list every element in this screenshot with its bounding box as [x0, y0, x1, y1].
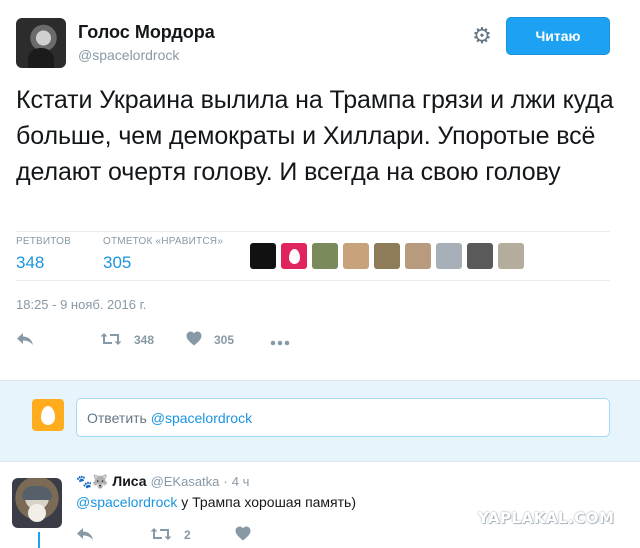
reply-placeholder: Ответить [87, 410, 147, 426]
comment-text: @spacelordrock у Трампа хорошая память) [76, 494, 356, 510]
reply-button[interactable] [16, 331, 100, 349]
comment-reply-button[interactable] [76, 526, 106, 544]
reply-input[interactable]: Ответить @spacelordrock [76, 398, 610, 437]
retweets-value: 348 [16, 253, 45, 272]
retweets-label: РЕТВИТОВ [16, 236, 72, 247]
heart-icon [186, 331, 202, 349]
reply-icon [16, 331, 34, 349]
retweet-icon [150, 526, 172, 544]
liker-avatars [250, 243, 524, 269]
user-avatar [32, 399, 64, 431]
like-button[interactable]: 305 [186, 331, 270, 349]
divider [16, 280, 610, 281]
liker-avatar[interactable] [467, 243, 493, 269]
name-emoji: 🐾🐺 [76, 474, 109, 489]
comment-like-button[interactable] [235, 526, 263, 544]
thread-line [38, 532, 40, 548]
watermark: YAPLAKAL.COM [478, 509, 615, 527]
commenter-handle[interactable]: @EKasatka [151, 474, 220, 489]
separator-dot: · [223, 474, 228, 489]
liker-avatar[interactable] [436, 243, 462, 269]
more-icon [270, 331, 290, 349]
likes-value: 305 [103, 253, 132, 272]
liker-avatar[interactable] [405, 243, 431, 269]
likes-stat[interactable]: ОТМЕТОК «НРАВИТСЯ» 305 [103, 236, 223, 273]
author-handle[interactable]: @spacelordrock [78, 47, 179, 63]
liker-avatar[interactable] [312, 243, 338, 269]
tweet-text: Кстати Украина вылила на Трампа грязи и … [16, 86, 614, 186]
retweet-count: 348 [134, 333, 155, 347]
liker-avatar[interactable] [250, 243, 276, 269]
retweet-button[interactable]: 348 [100, 331, 186, 349]
comment-time[interactable]: 4 ч [232, 474, 250, 489]
divider [16, 231, 610, 232]
comment-retweet-count: 2 [184, 528, 191, 542]
commenter-name[interactable]: Лиса [112, 473, 146, 489]
liker-avatar[interactable] [498, 243, 524, 269]
follow-button[interactable]: Читаю [506, 17, 610, 55]
comment-mention[interactable]: @spacelordrock [76, 494, 177, 510]
liker-avatar[interactable] [374, 243, 400, 269]
reply-tweet[interactable]: 🐾🐺 Лиса @EKasatka · 4 ч @spacelordrock у… [0, 462, 640, 548]
author-name[interactable]: Голос Мордора [78, 22, 215, 43]
more-button[interactable] [270, 331, 302, 349]
likes-label: ОТМЕТОК «НРАВИТСЯ» [103, 236, 223, 247]
liker-avatar[interactable] [281, 243, 307, 269]
comment-retweet-button[interactable]: 2 [150, 526, 191, 544]
retweets-stat[interactable]: РЕТВИТОВ 348 [16, 236, 71, 273]
reply-area: Ответить @spacelordrock [0, 380, 640, 462]
comment-body: у Трампа хорошая память) [181, 494, 357, 510]
retweet-icon [100, 331, 122, 349]
comment-header: 🐾🐺 Лиса @EKasatka · 4 ч [76, 473, 249, 490]
egg-icon [41, 405, 55, 425]
comment-actions: 2 [76, 526, 307, 544]
reply-placeholder-mention: @spacelordrock [150, 410, 253, 426]
like-count: 305 [214, 333, 235, 347]
tweet-card: Голос Мордора @spacelordrock ⚙ Читаю Кст… [0, 0, 640, 380]
reply-icon [76, 526, 94, 544]
commenter-avatar[interactable] [12, 478, 62, 528]
author-avatar[interactable] [16, 18, 66, 68]
tweet-actions: 348 305 [16, 330, 302, 350]
egg-icon [288, 248, 300, 264]
tweet-timestamp[interactable]: 18:25 - 9 нояб. 2016 г. [16, 297, 146, 312]
liker-avatar[interactable] [343, 243, 369, 269]
gear-icon[interactable]: ⚙ [470, 24, 494, 48]
heart-icon [235, 526, 251, 544]
